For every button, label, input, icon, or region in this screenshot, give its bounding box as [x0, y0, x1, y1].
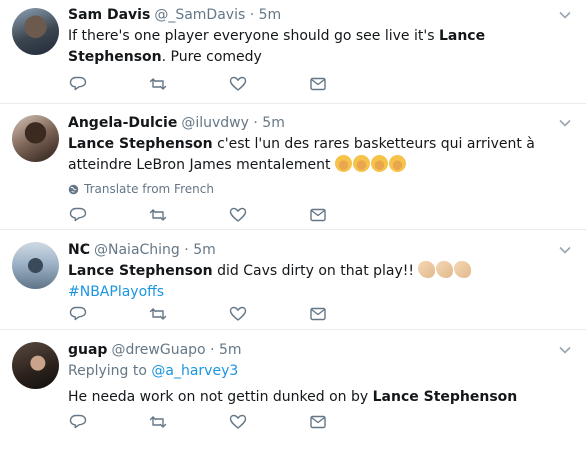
avatar[interactable]: [12, 115, 59, 162]
flexed-biceps-icon: [454, 261, 472, 278]
separator-dot: ·: [184, 242, 189, 258]
loudly-crying-face-icon: [388, 155, 406, 172]
like-icon: [229, 414, 247, 429]
timestamp[interactable]: 5m: [219, 342, 242, 358]
user-handle[interactable]: @NaiaChing: [94, 242, 180, 258]
direct-message-button[interactable]: [308, 205, 328, 225]
retweet-icon: [149, 209, 167, 221]
separator-dot: ·: [249, 7, 255, 23]
tweet-text: Lance Stephenson did Cavs dirty on that …: [68, 261, 572, 303]
avatar[interactable]: [12, 242, 59, 289]
tweet-actions: [68, 205, 368, 225]
display-name[interactable]: NC: [68, 242, 90, 258]
display-name[interactable]: Sam Davis: [68, 7, 150, 23]
display-name[interactable]: guap: [68, 342, 107, 358]
message-icon: [310, 415, 326, 429]
mention-bold: Lance Stephenson: [372, 389, 518, 405]
like-button[interactable]: [228, 304, 248, 324]
globe-icon: [68, 184, 79, 194]
separator-dot: ·: [210, 342, 215, 358]
tweet[interactable]: guap @drewGuapo · 5m Replying to @a_harve…: [0, 330, 586, 455]
chevron-down-icon[interactable]: [558, 8, 572, 22]
retweet-button[interactable]: [148, 304, 168, 324]
reply-button[interactable]: [68, 74, 88, 94]
direct-message-button[interactable]: [308, 412, 328, 432]
user-handle[interactable]: @drewGuapo: [111, 342, 205, 358]
message-icon: [310, 208, 326, 222]
chevron-down-icon[interactable]: [558, 343, 572, 357]
translate-label: Translate from French: [84, 182, 214, 196]
tweet-text: He needa work on not gettin dunked on by…: [68, 389, 518, 405]
user-handle[interactable]: @iluvdwy: [181, 115, 249, 131]
retweet-button[interactable]: [148, 412, 168, 432]
loudly-crying-face-icon: [334, 155, 352, 172]
reply-icon: [69, 414, 87, 429]
like-icon: [229, 207, 247, 222]
flexed-biceps-icon: [418, 261, 436, 278]
user-handle[interactable]: @_SamDavis: [154, 7, 245, 23]
hashtag-link[interactable]: #NBAPlayoffs: [68, 284, 164, 300]
reply-button[interactable]: [68, 205, 88, 225]
tweet[interactable]: Sam Davis @_SamDavis · 5m If there's one …: [0, 0, 586, 104]
separator-dot: ·: [253, 115, 258, 131]
translate-link[interactable]: Translate from French: [68, 182, 572, 196]
avatar[interactable]: [12, 8, 59, 55]
chevron-down-icon[interactable]: [558, 116, 572, 130]
replying-to: Replying to @a_harvey3: [68, 363, 239, 379]
retweet-button[interactable]: [148, 205, 168, 225]
tweet-actions: [68, 412, 368, 432]
like-button[interactable]: [228, 74, 248, 94]
direct-message-button[interactable]: [308, 74, 328, 94]
avatar[interactable]: [12, 342, 59, 389]
like-icon: [229, 306, 247, 321]
retweet-icon: [149, 416, 167, 428]
reply-icon: [69, 306, 87, 321]
tweet-text: If there's one player everyone should go…: [68, 28, 486, 65]
timestamp[interactable]: 5m: [262, 115, 285, 131]
flexed-biceps-icon: [436, 261, 454, 278]
tweet-header: Sam Davis @_SamDavis · 5m: [68, 6, 572, 24]
chevron-down-icon[interactable]: [558, 243, 572, 257]
reply-button[interactable]: [68, 304, 88, 324]
retweet-icon: [149, 78, 167, 90]
retweet-icon: [149, 308, 167, 320]
reply-button[interactable]: [68, 412, 88, 432]
replying-to-link[interactable]: @a_harvey3: [151, 363, 238, 379]
like-button[interactable]: [228, 205, 248, 225]
direct-message-button[interactable]: [308, 304, 328, 324]
reply-icon: [69, 76, 87, 91]
timestamp[interactable]: 5m: [259, 7, 282, 23]
mention-bold: Lance Stephenson: [68, 263, 213, 279]
loudly-crying-face-icon: [370, 155, 388, 172]
tweet-timeline: Sam Davis @_SamDavis · 5m If there's one …: [0, 0, 586, 455]
tweet-text: Lance Stephenson c'est l'un des rares ba…: [68, 136, 535, 173]
tweet-header: Angela-Dulcie @iluvdwy · 5m: [68, 114, 572, 132]
tweet[interactable]: Angela-Dulcie @iluvdwy · 5m Lance Stephen…: [0, 104, 586, 230]
tweet[interactable]: NC @NaiaChing · 5m Lance Stephenson did C…: [0, 230, 586, 330]
loudly-crying-face-icon: [352, 155, 370, 172]
display-name[interactable]: Angela-Dulcie: [68, 115, 177, 131]
retweet-button[interactable]: [148, 74, 168, 94]
reply-icon: [69, 207, 87, 222]
tweet-header: guap @drewGuapo · 5m: [68, 341, 572, 359]
message-icon: [310, 307, 326, 321]
tweet-actions: [68, 74, 368, 94]
message-icon: [310, 77, 326, 91]
like-icon: [229, 76, 247, 91]
mention-bold: Lance Stephenson: [68, 136, 213, 152]
timestamp[interactable]: 5m: [193, 242, 216, 258]
like-button[interactable]: [228, 412, 248, 432]
tweet-header: NC @NaiaChing · 5m: [68, 241, 572, 259]
tweet-actions: [68, 304, 368, 324]
